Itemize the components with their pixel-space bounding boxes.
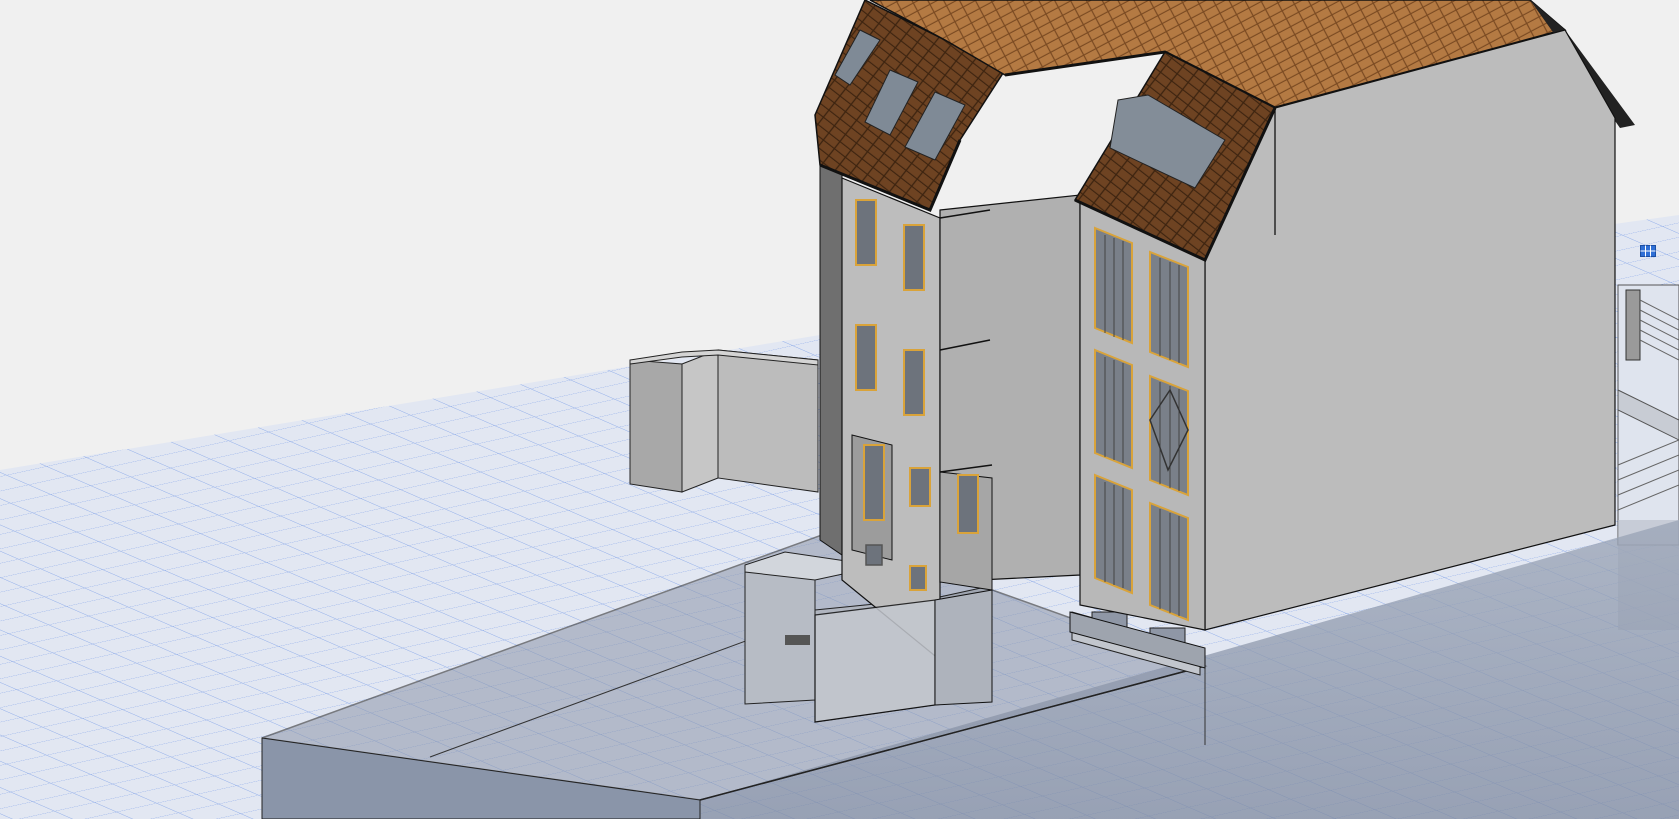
- grid-view-icon[interactable]: [1640, 245, 1656, 257]
- left-house: [814, 0, 1081, 662]
- garden-wall: [629, 349, 819, 493]
- 3d-viewport[interactable]: [0, 0, 1679, 819]
- building-model[interactable]: [0, 0, 1679, 819]
